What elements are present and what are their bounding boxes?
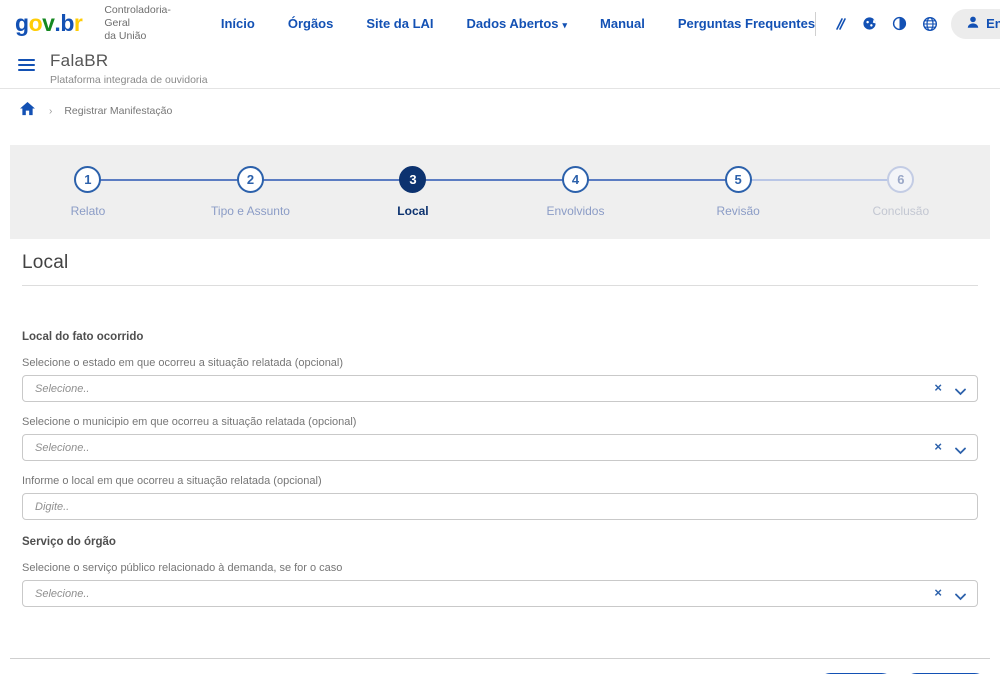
form-section: Local Local do fato ocorrido Selecione o… (0, 252, 1000, 607)
wizard-step-tipo-e-assunto[interactable]: 2 Tipo e Assunto (180, 166, 320, 218)
state-select-input[interactable] (22, 375, 978, 402)
clear-icon[interactable]: × (934, 380, 942, 396)
location-input-wrap (22, 493, 978, 520)
chevron-down-icon[interactable] (955, 588, 966, 606)
municipality-select-input[interactable] (22, 434, 978, 461)
section-title-servico-do-orgao: Serviço do órgão (22, 536, 116, 548)
app-subtitle: Plataforma integrada de ouvidoria (50, 74, 208, 86)
nav-item-dados-abertos[interactable]: Dados Abertos ▾ (467, 16, 568, 31)
location-input[interactable] (22, 493, 978, 520)
wizard-step-local[interactable]: 3 Local (343, 166, 483, 218)
step-label: Local (397, 204, 429, 218)
nav-item-perguntas-frequentes[interactable]: Perguntas Frequentes (678, 16, 815, 31)
page-title: Local (22, 252, 69, 273)
menu-icon[interactable] (18, 59, 35, 74)
app-bar: FalaBR Plataforma integrada de ouvidoria (0, 47, 1000, 89)
wizard-step-conclusao: 6 Conclusão (831, 166, 971, 218)
main-nav: Início Órgãos Site da LAI Dados Abertos ▾… (221, 16, 815, 31)
title-divider (22, 285, 978, 286)
logo-letter: o (28, 10, 43, 36)
logo-letter: v (42, 10, 55, 36)
service-select[interactable]: × (22, 580, 978, 607)
login-button-label: Entrar (986, 16, 1000, 31)
govbr-logo[interactable]: g o v . b r (15, 10, 83, 37)
org-name: Controladoria-Geral da União (104, 4, 171, 42)
accessibility-icon[interactable] (831, 15, 848, 32)
step-circle[interactable]: 1 (74, 166, 102, 193)
chevron-down-icon[interactable] (955, 442, 966, 460)
step-circle[interactable]: 4 (561, 166, 589, 193)
nav-item-site-da-lai[interactable]: Site da LAI (366, 16, 433, 31)
clear-icon[interactable]: × (934, 439, 942, 455)
user-icon (966, 15, 980, 32)
municipality-select[interactable]: × (22, 434, 978, 461)
govbr-header: g o v . b r Controladoria-Geral da União… (0, 0, 1000, 47)
contrast-icon[interactable] (891, 15, 908, 32)
section-title-local-do-fato: Local do fato ocorrido (22, 331, 144, 343)
wizard: 1 Relato 2 Tipo e Assunto 3 Local 4 Envo… (10, 145, 990, 239)
state-select[interactable]: × (22, 375, 978, 402)
state-field-label: Selecione o estado em que ocorreu a situ… (22, 357, 344, 369)
step-circle[interactable]: 3 (399, 166, 427, 193)
wizard-step-relato[interactable]: 1 Relato (18, 166, 158, 218)
step-label: Revisão (716, 204, 760, 218)
nav-item-manual[interactable]: Manual (600, 16, 645, 31)
login-button[interactable]: Entrar (951, 8, 1000, 39)
nav-item-orgaos[interactable]: Órgãos (288, 16, 334, 31)
home-icon[interactable] (20, 101, 35, 121)
cookie-icon[interactable] (861, 15, 878, 32)
chevron-right-icon: › (49, 105, 53, 117)
app-title: FalaBR (50, 51, 109, 70)
nav-item-label: Dados Abertos (466, 16, 559, 31)
logo-letter: b (60, 10, 74, 36)
step-label: Envolvidos (546, 204, 605, 218)
step-circle[interactable]: 5 (724, 166, 752, 193)
utilities-divider (815, 11, 817, 36)
wizard-step-envolvidos[interactable]: 4 Envolvidos (505, 166, 645, 218)
step-label: Conclusão (872, 204, 930, 218)
logo-letter: r (73, 10, 83, 36)
wizard-step-revisao[interactable]: 5 Revisão (668, 166, 808, 218)
step-circle[interactable]: 2 (236, 166, 264, 193)
service-field-label: Selecione o serviço público relacionado … (22, 562, 343, 574)
clear-icon[interactable]: × (934, 585, 942, 601)
location-field-label: Informe o local em que ocorreu a situaçã… (22, 475, 322, 487)
nav-item-inicio[interactable]: Início (221, 16, 255, 31)
footer-actions: Cancelar Voltar Avançar (0, 659, 1000, 674)
breadcrumb: › Registrar Manifestação (0, 89, 1000, 119)
logo-letter: g (15, 10, 29, 36)
chevron-down-icon: ▾ (562, 20, 568, 30)
step-label: Tipo e Assunto (211, 204, 290, 218)
step-label: Relato (70, 204, 106, 218)
globe-icon[interactable] (921, 15, 938, 32)
municipality-field-label: Selecione o municipio em que ocorreu a s… (22, 416, 357, 428)
header-utilities: Entrar (815, 8, 1000, 39)
step-circle: 6 (887, 166, 915, 193)
service-select-input[interactable] (22, 580, 978, 607)
chevron-down-icon[interactable] (955, 383, 966, 401)
breadcrumb-current: Registrar Manifestação (64, 105, 173, 117)
